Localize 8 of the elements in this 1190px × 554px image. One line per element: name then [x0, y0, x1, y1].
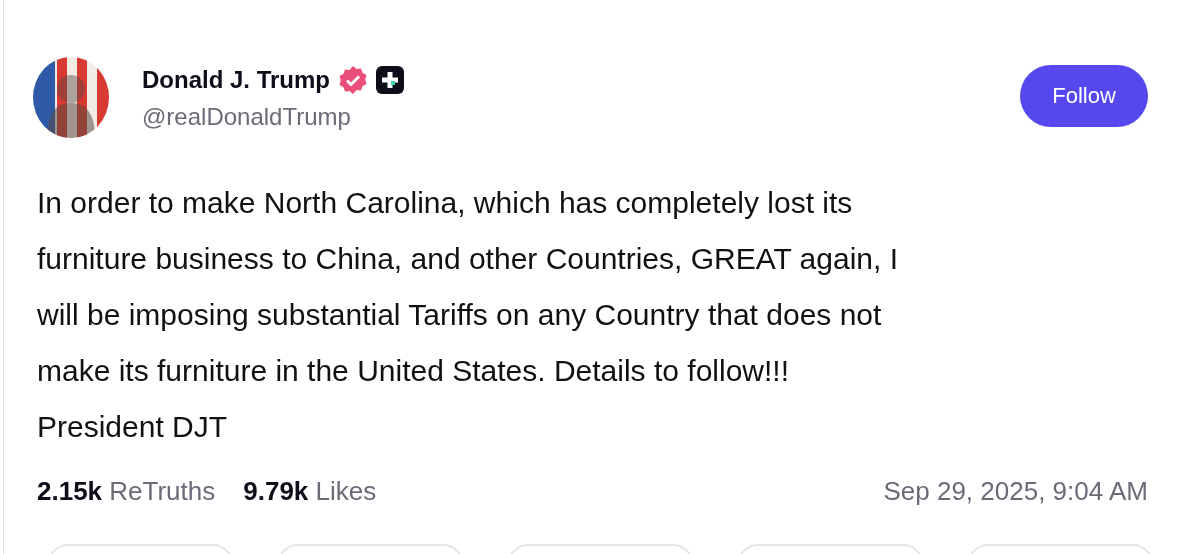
author-handle[interactable]: @realDonaldTrump: [142, 102, 1020, 131]
post-text: In order to make North Carolina, which has completely lost its furniture business to China, and other Countries, GREAT again, I will be imposing substantial Tariffs on any Country that does not make its furniture in the United States. Details to follow!!! President DJT: [37, 185, 900, 445]
follow-button[interactable]: Follow: [1020, 64, 1148, 127]
timestamp[interactable]: Sep 29, 2025, 9:04 AM: [883, 476, 1148, 507]
stat-link[interactable]: 9.79k Likes: [243, 476, 377, 507]
author-name[interactable]: Donald J. Trump: [142, 65, 330, 94]
stat-link[interactable]: 2.15k ReTruths: [37, 476, 216, 507]
plus-icon: [376, 65, 404, 94]
